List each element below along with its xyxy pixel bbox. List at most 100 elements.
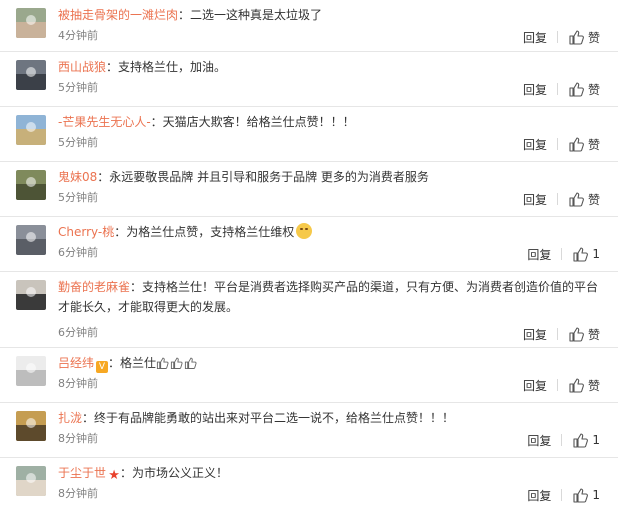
comment-text: ：永远要敬畏品牌 并且引导和服务于品牌 更多的为消费者服务 [97,170,429,184]
comment-body: -芒果先生无心人-：天猫店大欺客！给格兰仕点赞！！！ [58,112,602,132]
avatar[interactable] [16,356,46,386]
thumbs-up-icon [568,81,588,97]
reply-button[interactable]: 回复 [527,246,551,263]
comment-body: 扎泷：终于有品牌能勇敢的站出来对平台二选一说不，给格兰仕点赞！！！ [58,408,602,428]
reply-button[interactable]: 回复 [523,136,547,153]
comment-item: 鬼妹08：永远要敬畏品牌 并且引导和服务于品牌 更多的为消费者服务 5分钟前 回复 赞 [0,162,618,217]
comment-body: Cherry-桃：为格兰仕点赞，支持格兰仕维权 [58,222,602,242]
like-button[interactable]: 赞 [568,136,600,153]
comment-item: Cherry-桃：为格兰仕点赞，支持格兰仕维权 6分钟前 回复 1 [0,217,618,272]
comment-text: ：支持格兰仕！平台是消费者选择购买产品的渠道，只有方便、为消费者创造价值的平台才… [58,280,599,314]
comment-item: 吕经纬 V ：格兰仕 8分钟前 回复 赞 [0,348,618,403]
like-button[interactable]: 1 [572,432,600,448]
like-count: 1 [592,247,600,261]
comment-item: 勤奋的老麻雀：支持格兰仕！平台是消费者选择购买产品的渠道，只有方便、为消费者创造… [0,272,618,348]
thumbs-up-icon [572,487,592,503]
comment-actions: 回复 赞 [523,28,600,46]
smile-emoji-icon [296,223,313,239]
comment-text: ：为格兰仕点赞，支持格兰仕维权 [114,225,295,239]
avatar[interactable] [16,170,46,200]
username-link[interactable]: Cherry-桃 [58,225,114,239]
thumbs-up-icon [572,432,592,448]
like-count: 赞 [587,378,600,393]
thumbs-up-emoji-icon [156,356,198,370]
comment-item: 被抽走骨架的一滩烂肉：二选一这种真是太垃圾了 4分钟前 回复 赞 [0,0,618,52]
reply-button[interactable]: 回复 [523,29,547,46]
comment-actions: 回复 赞 [523,325,600,343]
comment-item: 于尘于世 ★：为市场公义正义！ 8分钟前 回复 1 [0,458,618,508]
avatar[interactable] [16,225,46,255]
like-button[interactable]: 赞 [568,191,600,208]
comment-body: 鬼妹08：永远要敬畏品牌 并且引导和服务于品牌 更多的为消费者服务 [58,167,602,187]
like-count: 赞 [587,82,600,97]
comment-actions: 回复 1 [527,431,600,449]
divider [556,193,558,205]
verified-badge-icon: V [96,361,109,373]
comment-body: 吕经纬 V ：格兰仕 [58,353,602,373]
like-button[interactable]: 赞 [568,377,600,394]
username-link[interactable]: 扎泷 [58,411,82,425]
reply-button[interactable]: 回复 [527,432,551,449]
username-link[interactable]: -芒果先生无心人- [58,115,151,129]
divider [556,379,558,391]
avatar[interactable] [16,411,46,441]
like-button[interactable]: 赞 [568,29,600,46]
star-badge-icon: ★ [108,468,120,483]
username-link[interactable]: 西山战狼 [58,60,106,74]
comment-body: 勤奋的老麻雀：支持格兰仕！平台是消费者选择购买产品的渠道，只有方便、为消费者创造… [58,277,602,317]
timestamp: 4分钟前 [58,29,98,42]
timestamp: 8分钟前 [58,487,98,500]
reply-button[interactable]: 回复 [523,81,547,98]
thumbs-up-icon [568,191,588,207]
divider [556,138,558,150]
reply-button[interactable]: 回复 [523,191,547,208]
comment-actions: 回复 1 [527,486,600,504]
like-button[interactable]: 赞 [568,81,600,98]
like-count: 1 [592,488,600,502]
comment-actions: 回复 赞 [523,190,600,208]
username-link[interactable]: 鬼妹08 [58,170,97,184]
username-link[interactable]: 被抽走骨架的一滩烂肉 [58,8,178,22]
comment-item: 西山战狼：支持格兰仕，加油。 5分钟前 回复 赞 [0,52,618,107]
reply-button[interactable]: 回复 [527,487,551,504]
like-count: 赞 [587,137,600,152]
like-count: 赞 [587,30,600,45]
comment-item: 扎泷：终于有品牌能勇敢的站出来对平台二选一说不，给格兰仕点赞！！！ 8分钟前 回复 1 [0,403,618,458]
reply-button[interactable]: 回复 [523,326,547,343]
reply-button[interactable]: 回复 [523,377,547,394]
timestamp: 5分钟前 [58,81,98,94]
avatar[interactable] [16,466,46,496]
username-link[interactable]: 吕经纬 [58,356,94,370]
comment-actions: 回复 赞 [523,80,600,98]
comment-actions: 回复 赞 [523,376,600,394]
avatar[interactable] [16,115,46,145]
thumbs-up-icon [568,136,588,152]
comment-body: 西山战狼：支持格兰仕，加油。 [58,57,602,77]
comment-text: ：二选一这种真是太垃圾了 [178,8,323,22]
comment-actions: 回复 1 [527,245,600,263]
comment-text: ：为市场公义正义！ [120,466,229,480]
username-link[interactable]: 勤奋的老麻雀 [58,280,130,294]
timestamp: 6分钟前 [58,326,98,339]
divider [561,434,563,446]
comment-text: ：格兰仕 [108,356,157,370]
like-count: 1 [592,433,600,447]
like-count: 赞 [587,327,600,342]
avatar[interactable] [16,60,46,90]
like-button[interactable]: 赞 [568,326,600,343]
avatar[interactable] [16,8,46,38]
like-button[interactable]: 1 [572,487,600,503]
timestamp: 8分钟前 [58,377,98,390]
comment-text: ：天猫店大欺客！给格兰仕点赞！！！ [150,115,355,129]
divider [556,31,558,43]
timestamp: 6分钟前 [58,246,98,259]
comment-actions: 回复 赞 [523,135,600,153]
username-link[interactable]: 于尘于世 [58,466,106,480]
like-count: 赞 [587,192,600,207]
avatar[interactable] [16,280,46,310]
thumbs-up-icon [568,326,588,342]
like-button[interactable]: 1 [572,246,600,262]
thumbs-up-icon [572,246,592,262]
timestamp: 5分钟前 [58,136,98,149]
comment-body: 被抽走骨架的一滩烂肉：二选一这种真是太垃圾了 [58,5,602,25]
